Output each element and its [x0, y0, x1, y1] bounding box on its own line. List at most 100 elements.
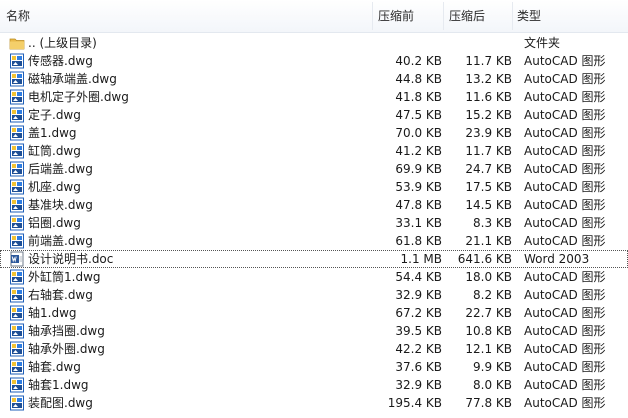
file-name: 装配图.dwg [28, 396, 93, 410]
size-before: 37.6 KB [395, 360, 442, 374]
file-name: 定子.dwg [28, 108, 81, 122]
autocad-file-icon [9, 107, 25, 123]
autocad-file-icon [9, 323, 25, 339]
file-row[interactable]: 轴承外圈.dwg 42.2 KB 12.1 KB AutoCAD 图形 [0, 340, 628, 358]
file-row[interactable]: 外缸筒1.dwg 54.4 KB 18.0 KB AutoCAD 图形 [0, 268, 628, 286]
file-name: 基准块.dwg [28, 198, 93, 212]
size-after: 24.7 KB [465, 162, 512, 176]
file-type: AutoCAD 图形 [524, 378, 606, 392]
size-before: 44.8 KB [395, 72, 442, 86]
size-after: 8.0 KB [473, 378, 512, 392]
file-type: AutoCAD 图形 [524, 180, 606, 194]
size-after: 9.9 KB [473, 360, 512, 374]
file-type: AutoCAD 图形 [524, 324, 606, 338]
autocad-file-icon [9, 179, 25, 195]
file-row[interactable]: 电机定子外圈.dwg 41.8 KB 11.6 KB AutoCAD 图形 [0, 88, 628, 106]
file-name: 传感器.dwg [28, 54, 93, 68]
column-header-after[interactable]: 压缩后 [449, 0, 485, 32]
file-row[interactable]: 后端盖.dwg 69.9 KB 24.7 KB AutoCAD 图形 [0, 160, 628, 178]
file-type: AutoCAD 图形 [524, 90, 606, 104]
size-before: 33.1 KB [395, 216, 442, 230]
size-before: 41.8 KB [395, 90, 442, 104]
size-before: 39.5 KB [395, 324, 442, 338]
file-row[interactable]: 设计说明书.doc 1.1 MB 641.6 KB Word 2003 [0, 250, 628, 268]
size-after: 10.8 KB [465, 324, 512, 338]
size-before: 47.5 KB [395, 108, 442, 122]
autocad-file-icon [9, 125, 25, 141]
file-row[interactable]: 轴套.dwg 37.6 KB 9.9 KB AutoCAD 图形 [0, 358, 628, 376]
column-divider[interactable] [443, 2, 444, 30]
file-row[interactable]: 机座.dwg 53.9 KB 17.5 KB AutoCAD 图形 [0, 178, 628, 196]
size-after: 11.7 KB [465, 54, 512, 68]
size-before: 54.4 KB [395, 270, 442, 284]
size-after: 8.2 KB [473, 288, 512, 302]
autocad-file-icon [9, 233, 25, 249]
autocad-file-icon [9, 197, 25, 213]
file-type: AutoCAD 图形 [524, 270, 606, 284]
autocad-file-icon [9, 287, 25, 303]
file-type: AutoCAD 图形 [524, 198, 606, 212]
file-row[interactable]: 磁轴承端盖.dwg 44.8 KB 13.2 KB AutoCAD 图形 [0, 70, 628, 88]
file-name: 缸筒.dwg [28, 144, 81, 158]
file-row[interactable]: 基准块.dwg 47.8 KB 14.5 KB AutoCAD 图形 [0, 196, 628, 214]
file-type: AutoCAD 图形 [524, 144, 606, 158]
file-row[interactable]: 前端盖.dwg 61.8 KB 21.1 KB AutoCAD 图形 [0, 232, 628, 250]
file-row[interactable]: 装配图.dwg 195.4 KB 77.8 KB AutoCAD 图形 [0, 394, 628, 412]
size-after: 14.5 KB [465, 198, 512, 212]
autocad-file-icon [9, 143, 25, 159]
autocad-file-icon [9, 161, 25, 177]
size-after: 11.7 KB [465, 144, 512, 158]
column-header-before[interactable]: 压缩前 [378, 0, 414, 32]
autocad-file-icon [9, 395, 25, 411]
file-name: 铝圈.dwg [28, 216, 81, 230]
size-before: 40.2 KB [395, 54, 442, 68]
file-name: 电机定子外圈.dwg [28, 90, 129, 104]
size-after: 12.1 KB [465, 342, 512, 356]
file-name: 设计说明书.doc [28, 252, 114, 266]
file-row[interactable]: 轴套1.dwg 32.9 KB 8.0 KB AutoCAD 图形 [0, 376, 628, 394]
file-name: 轴承挡圈.dwg [28, 324, 105, 338]
autocad-file-icon [9, 53, 25, 69]
autocad-file-icon [9, 305, 25, 321]
file-row[interactable]: 缸筒.dwg 41.2 KB 11.7 KB AutoCAD 图形 [0, 142, 628, 160]
file-type: AutoCAD 图形 [524, 396, 606, 410]
file-name: 后端盖.dwg [28, 162, 93, 176]
file-type: AutoCAD 图形 [524, 162, 606, 176]
column-header-type[interactable]: 类型 [517, 0, 541, 32]
file-name: .. (上级目录) [28, 36, 97, 50]
file-name: 盖1.dwg [28, 126, 77, 140]
file-type: AutoCAD 图形 [524, 72, 606, 86]
file-row[interactable]: .. (上级目录) 文件夹 [0, 34, 628, 52]
file-row[interactable]: 盖1.dwg 70.0 KB 23.9 KB AutoCAD 图形 [0, 124, 628, 142]
size-before: 69.9 KB [395, 162, 442, 176]
file-type: AutoCAD 图形 [524, 342, 606, 356]
size-after: 22.7 KB [465, 306, 512, 320]
size-after: 8.3 KB [473, 216, 512, 230]
column-divider[interactable] [512, 2, 513, 30]
file-row[interactable]: 轴1.dwg 67.2 KB 22.7 KB AutoCAD 图形 [0, 304, 628, 322]
folder-icon [9, 35, 25, 51]
file-name: 轴承外圈.dwg [28, 342, 105, 356]
file-type: AutoCAD 图形 [524, 108, 606, 122]
size-after: 23.9 KB [465, 126, 512, 140]
file-row[interactable]: 定子.dwg 47.5 KB 15.2 KB AutoCAD 图形 [0, 106, 628, 124]
file-row[interactable]: 右轴套.dwg 32.9 KB 8.2 KB AutoCAD 图形 [0, 286, 628, 304]
file-name: 轴套1.dwg [28, 378, 89, 392]
column-divider[interactable] [372, 2, 373, 30]
autocad-file-icon [9, 377, 25, 393]
file-name: 机座.dwg [28, 180, 81, 194]
file-row[interactable]: 传感器.dwg 40.2 KB 11.7 KB AutoCAD 图形 [0, 52, 628, 70]
file-name: 右轴套.dwg [28, 288, 93, 302]
file-row[interactable]: 轴承挡圈.dwg 39.5 KB 10.8 KB AutoCAD 图形 [0, 322, 628, 340]
autocad-file-icon [9, 269, 25, 285]
autocad-file-icon [9, 89, 25, 105]
size-after [446, 34, 512, 52]
file-row[interactable]: 铝圈.dwg 33.1 KB 8.3 KB AutoCAD 图形 [0, 214, 628, 232]
size-before: 53.9 KB [395, 180, 442, 194]
column-header-name[interactable]: 名称 [6, 0, 30, 32]
column-header: 名称 压缩前 压缩后 类型 [0, 0, 628, 33]
file-type: AutoCAD 图形 [524, 216, 606, 230]
size-before [376, 34, 442, 52]
file-type: AutoCAD 图形 [524, 54, 606, 68]
autocad-file-icon [9, 359, 25, 375]
